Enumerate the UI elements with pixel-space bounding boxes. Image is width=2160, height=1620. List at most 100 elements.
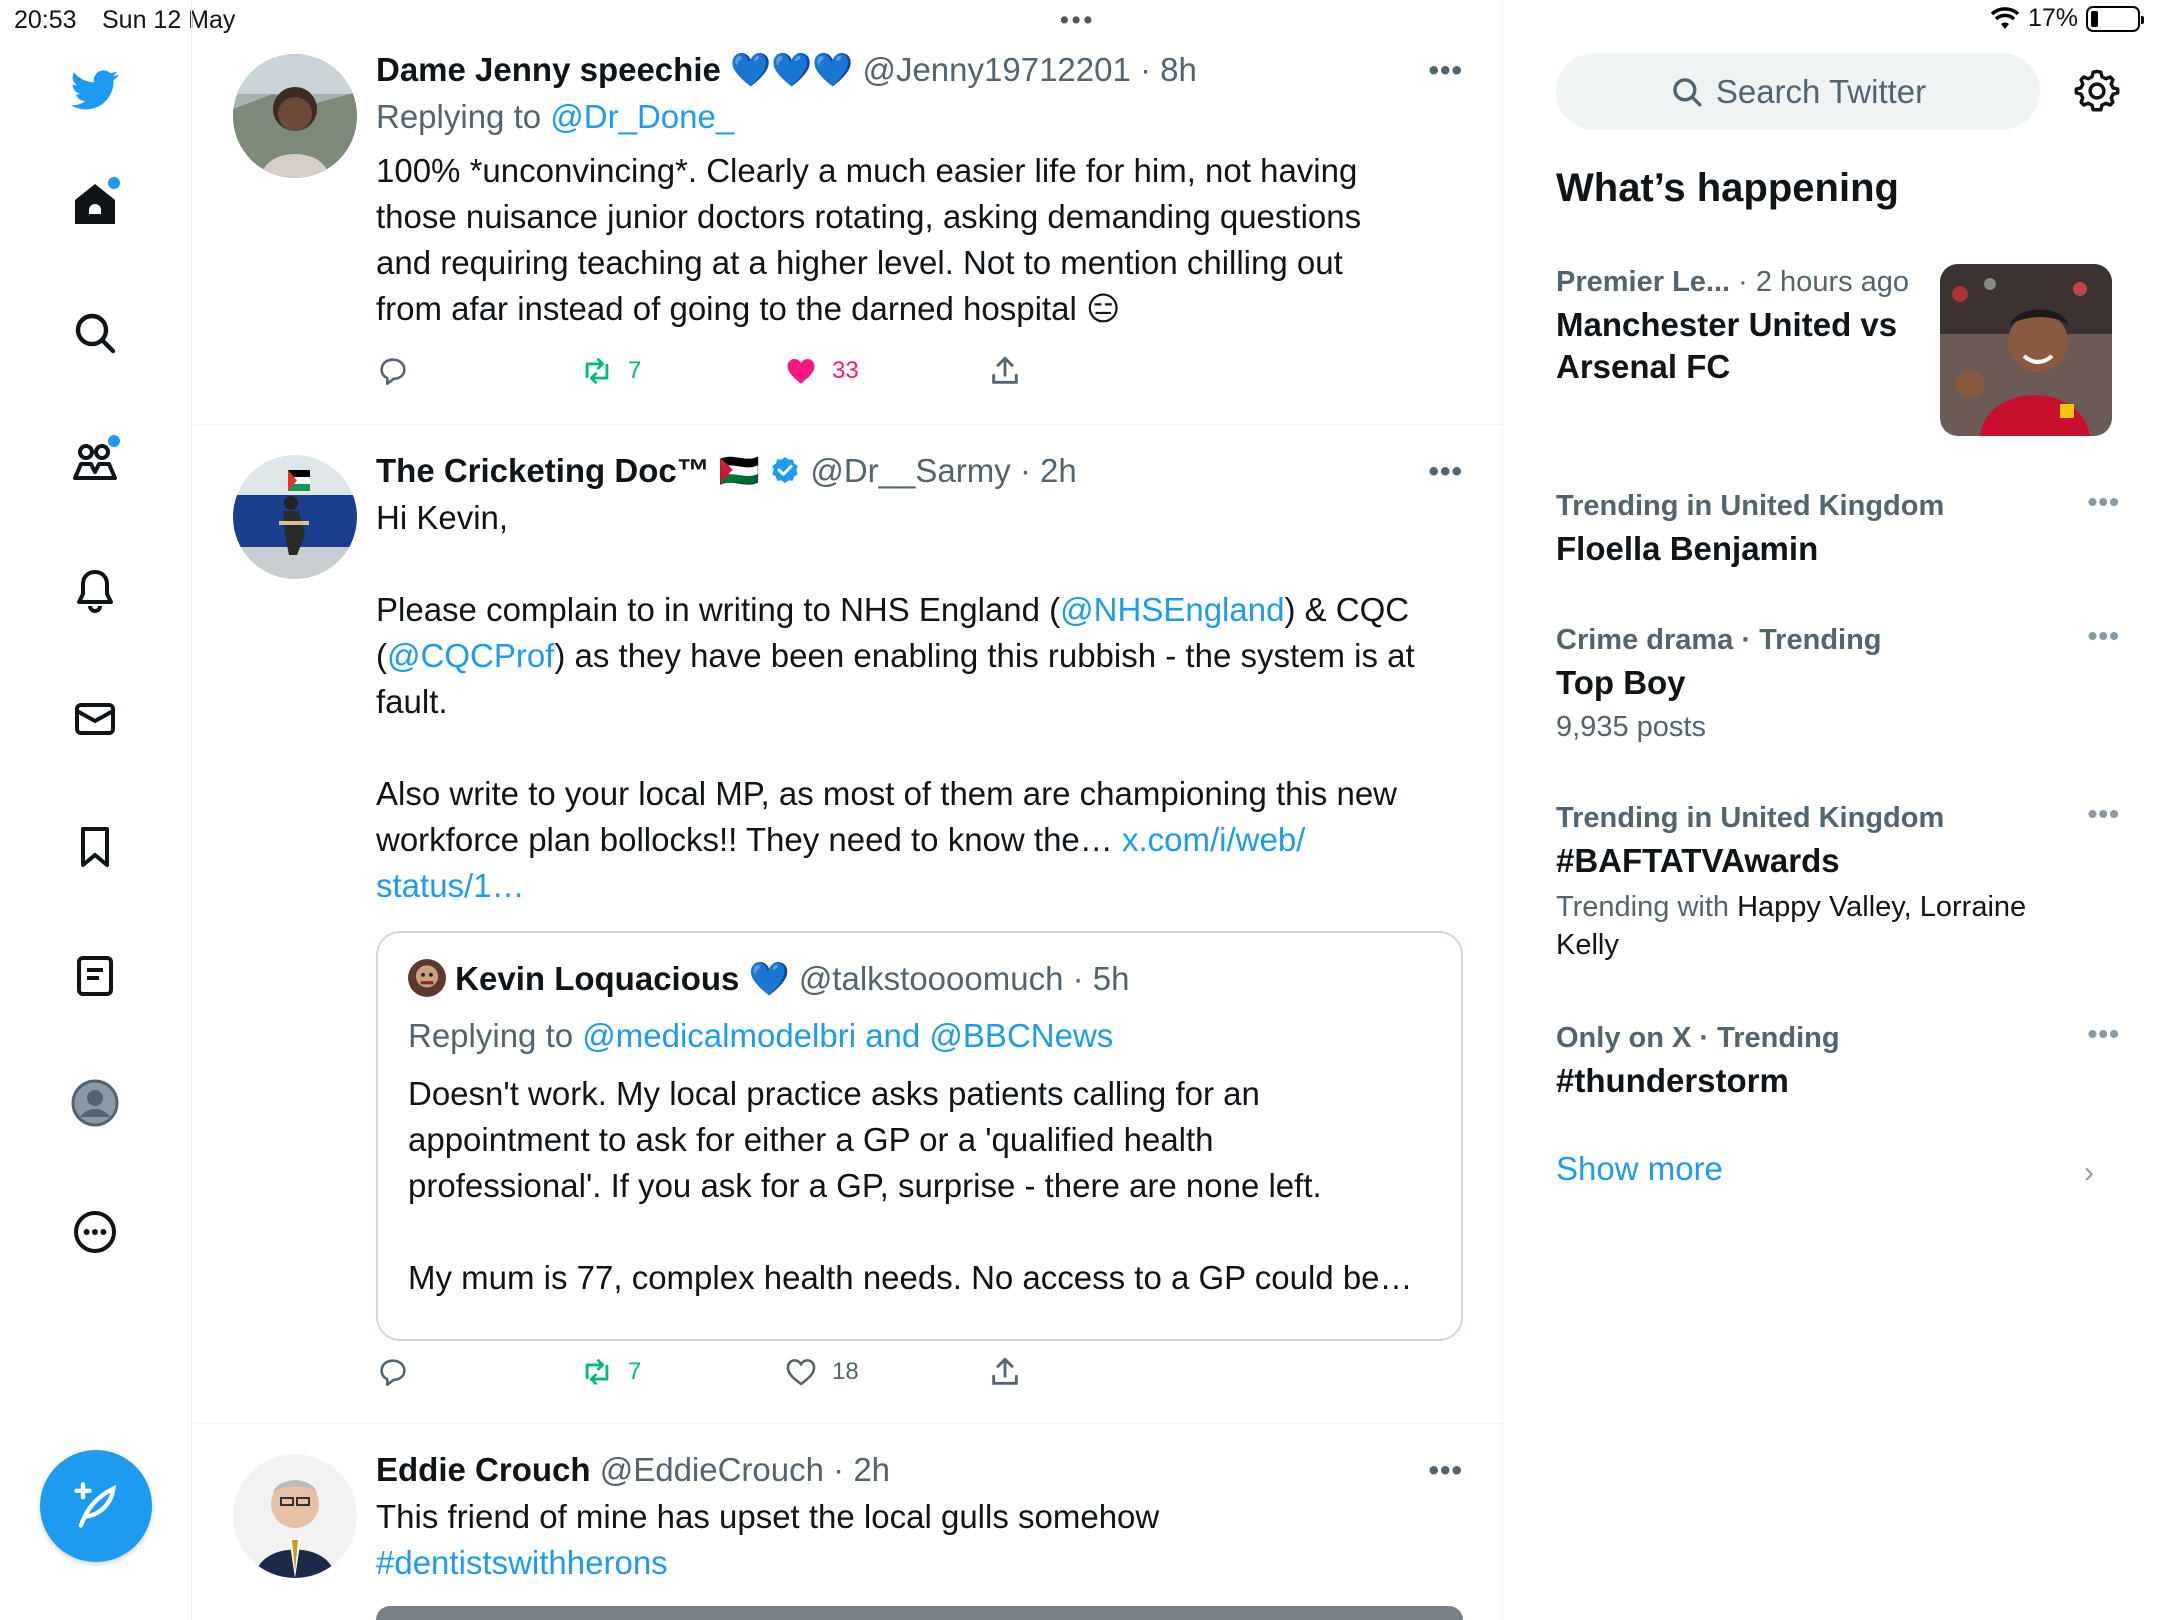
lists-icon[interactable] xyxy=(66,947,124,1005)
tweet[interactable]: Dame Jenny speechie 💙💙💙 @Jenny19712201 ·… xyxy=(193,40,1503,425)
avatar[interactable] xyxy=(233,54,357,178)
trend-item[interactable]: Crime drama · Trending Top Boy 9,935 pos… xyxy=(1556,620,2119,746)
quoted-tweet[interactable]: Kevin Loquacious 💙 @talkstoooomuch · 5h … xyxy=(376,931,1463,1341)
notifications-bell-icon[interactable] xyxy=(66,561,124,619)
tweet[interactable]: The Cricketing Doc™ 🇵🇸 @Dr__Sarmy · 2h H… xyxy=(193,425,1503,1424)
like-button[interactable]: 18 xyxy=(784,1355,988,1389)
trend-more-icon[interactable]: ••• xyxy=(2088,486,2120,518)
trend-more-icon[interactable]: ••• xyxy=(2088,798,2120,830)
trend-title: #BAFTATVAwards xyxy=(1556,842,1840,879)
reply-button[interactable] xyxy=(376,354,580,388)
tweet-more-icon[interactable]: ••• xyxy=(1428,455,1463,489)
retweet-icon xyxy=(585,358,609,384)
tweet-time[interactable]: · 2h xyxy=(833,1451,890,1488)
author-handle[interactable]: @Dr__Sarmy xyxy=(810,452,1010,489)
quoted-author-name: Kevin Loquacious 💙 xyxy=(455,960,790,997)
explore-search-icon[interactable] xyxy=(66,304,124,362)
trend-title: Floella Benjamin xyxy=(1556,530,1819,567)
quoted-author-handle: @talkstoooomuch xyxy=(798,960,1064,997)
trend-more-icon[interactable]: ••• xyxy=(2088,620,2120,652)
author-handle[interactable]: @EddieCrouch xyxy=(600,1451,824,1488)
tweet-media-preview[interactable] xyxy=(376,1606,1463,1620)
trend-item[interactable]: Trending in United Kingdom Floella Benja… xyxy=(1556,486,2119,570)
reply-to-handle-link[interactable]: @medicalmodelbri and @BBCNews xyxy=(582,1017,1113,1054)
retweet-button[interactable]: 7 xyxy=(580,354,784,388)
news-meta: Premier Le... · 2 hours ago xyxy=(1556,262,1936,302)
author-name[interactable]: Dame Jenny speechie 💙💙💙 xyxy=(376,51,853,88)
chevron-right-icon[interactable]: › xyxy=(2084,1156,2094,1190)
news-item[interactable]: Premier Le... · 2 hours ago Manchester U… xyxy=(1556,262,1936,388)
search-box[interactable]: Search Twitter xyxy=(1556,53,2040,130)
avatar[interactable] xyxy=(233,455,357,579)
quoted-replying-to: Replying to @medicalmodelbri and @BBCNew… xyxy=(408,1011,1431,1061)
wifi-icon xyxy=(1990,6,2020,29)
tweet-text-line: and requiring teaching at a higher level… xyxy=(376,244,1343,281)
avatar[interactable] xyxy=(233,1454,357,1578)
trend-title: #thunderstorm xyxy=(1556,1062,1789,1099)
home-icon[interactable] xyxy=(66,175,124,233)
trend-context: Trending in United Kingdom xyxy=(1556,802,1945,834)
reply-to-handle-link[interactable]: @Dr_Done_ xyxy=(550,98,734,135)
tweet-text-line: This friend of mine has upset the local … xyxy=(376,1498,1160,1535)
heart-icon xyxy=(786,1359,816,1386)
communities-icon[interactable] xyxy=(66,433,124,491)
mention-link[interactable]: @NHSEngland xyxy=(1060,591,1284,628)
author-name[interactable]: The Cricketing Doc™ 🇵🇸 xyxy=(376,452,760,489)
trending-with-names: Happy Valley, Lorraine xyxy=(1737,891,2027,923)
timeline-feed: Dame Jenny speechie 💙💙💙 @Jenny19712201 ·… xyxy=(193,0,1503,1620)
trend-item[interactable]: Trending in United Kingdom #BAFTATVAward… xyxy=(1556,798,2119,964)
verified-badge-icon xyxy=(772,457,798,484)
trend-more-icon[interactable]: ••• xyxy=(2088,1018,2120,1050)
quoted-avatar[interactable] xyxy=(408,959,446,997)
left-navigation xyxy=(0,0,192,1620)
reply-button[interactable] xyxy=(376,1355,580,1389)
tweet-text-line: those nuisance junior doctors rotating, … xyxy=(376,198,1362,235)
show-more-link[interactable]: Show more xyxy=(1556,1150,1723,1188)
text-segment: ) as they have been enabling this rubbis… xyxy=(554,637,1415,674)
retweet-button[interactable]: 7 xyxy=(580,1355,784,1389)
battery-percent: 17% xyxy=(2027,4,2078,32)
url-link[interactable]: status/1… xyxy=(376,863,1463,909)
mention-link[interactable]: @CQCProf xyxy=(387,637,554,674)
search-icon xyxy=(1673,77,1702,106)
author-handle[interactable]: @Jenny19712201 xyxy=(862,51,1130,88)
like-button[interactable]: 33 xyxy=(784,354,988,388)
compose-tweet-button[interactable] xyxy=(40,1450,152,1562)
tweet-text-line: Please complain to in writing to NHS Eng… xyxy=(376,587,1463,633)
tweet-text-line: My mum is 77, complex health needs. No a… xyxy=(408,1259,1413,1296)
tweet-time[interactable]: · 8h xyxy=(1140,51,1197,88)
tweet-header: Eddie Crouch @EddieCrouch · 2h xyxy=(376,1448,1463,1492)
trend-title: Top Boy xyxy=(1556,664,1686,701)
tweet-text: 100% *unconvincing*. Clearly a much easi… xyxy=(376,148,1463,332)
more-options-icon[interactable] xyxy=(66,1203,124,1261)
replying-to: Replying to @Dr_Done_ xyxy=(376,92,1463,142)
text-segment: workforce plan bollocks!! They need to k… xyxy=(376,821,1122,858)
messages-envelope-icon[interactable] xyxy=(66,690,124,748)
url-link[interactable]: x.com/i/web/ xyxy=(1122,821,1305,858)
settings-gear-icon[interactable] xyxy=(2074,68,2120,114)
trend-meta: Only on X · Trending xyxy=(1556,1018,2116,1058)
profile-avatar-icon[interactable] xyxy=(66,1074,124,1132)
twitter-bird-icon[interactable] xyxy=(66,60,124,118)
heart-filled-icon xyxy=(787,358,815,384)
tweet-header: The Cricketing Doc™ 🇵🇸 @Dr__Sarmy · 2h xyxy=(376,449,1463,493)
tweet[interactable]: Eddie Crouch @EddieCrouch · 2h This frie… xyxy=(193,1424,1503,1620)
author-name[interactable]: Eddie Crouch xyxy=(376,1451,591,1488)
share-icon xyxy=(992,1357,1018,1385)
home-notification-dot xyxy=(108,177,120,189)
tweet-time[interactable]: · 2h xyxy=(1020,452,1077,489)
share-button[interactable] xyxy=(988,354,1192,388)
news-thumbnail-image[interactable] xyxy=(1940,264,2112,436)
news-source: Premier Le... xyxy=(1556,266,1731,298)
tweet-more-icon[interactable]: ••• xyxy=(1428,1454,1463,1488)
hashtag-link[interactable]: #dentistswithherons xyxy=(376,1540,1463,1586)
trend-item[interactable]: Only on X · Trending #thunderstorm ••• xyxy=(1556,1018,2119,1102)
share-button[interactable] xyxy=(988,1355,1192,1389)
tweet-text-line: Also write to your local MP, as most of … xyxy=(376,775,1398,812)
battery-icon xyxy=(2086,5,2144,32)
tweet-actions: 7 33 xyxy=(376,354,1192,388)
tweet-more-icon[interactable]: ••• xyxy=(1428,54,1463,88)
bookmarks-icon[interactable] xyxy=(66,818,124,876)
replying-to-label: Replying to xyxy=(408,1017,583,1054)
trending-with-cont: Kelly xyxy=(1556,926,2116,964)
